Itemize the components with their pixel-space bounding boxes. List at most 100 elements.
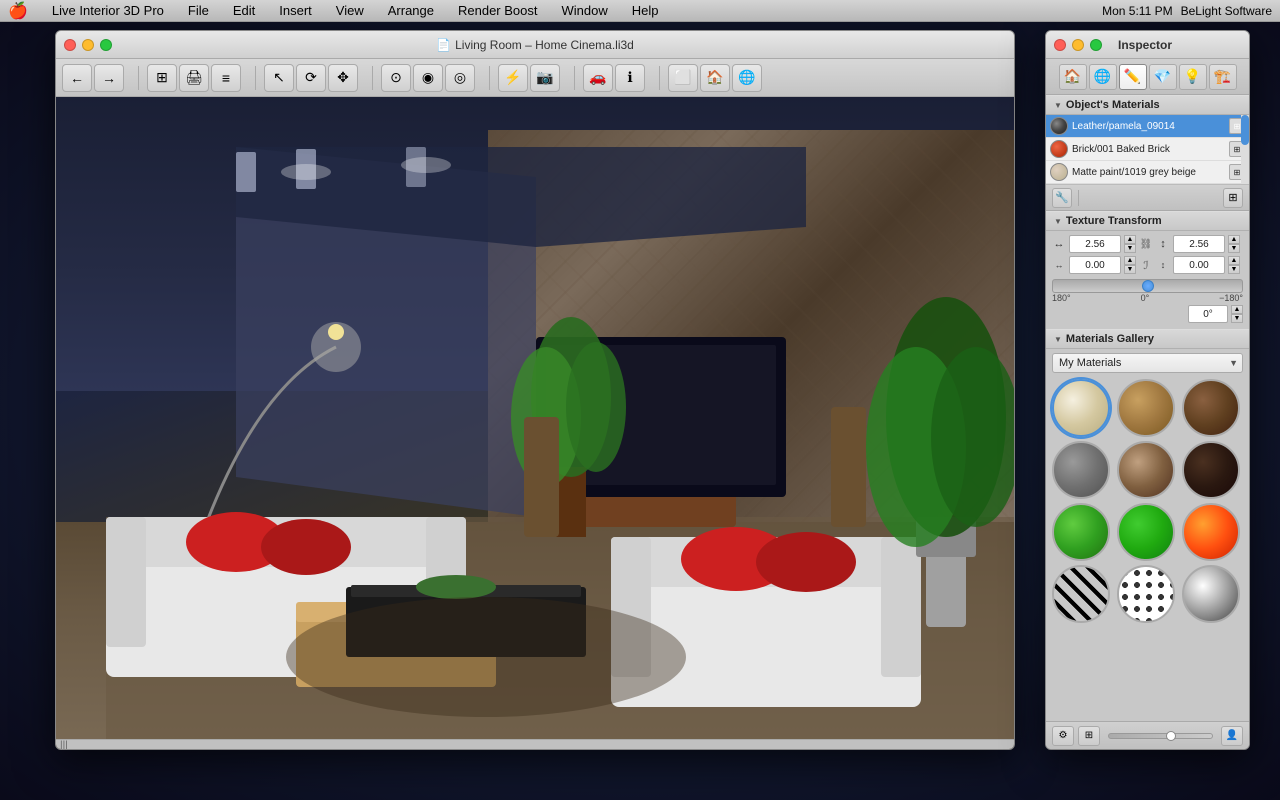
tab-light[interactable]: 💡	[1179, 64, 1207, 90]
offset-x-input[interactable]: 0.00	[1069, 256, 1121, 274]
height-up[interactable]: ▲	[1228, 235, 1240, 244]
inspector-close[interactable]	[1054, 39, 1066, 51]
minimize-button[interactable]	[82, 39, 94, 51]
material-item-brick[interactable]: Brick/001 Baked Brick ⊞	[1046, 138, 1249, 161]
eyedropper-tool[interactable]: 🔧	[1052, 188, 1072, 208]
list-button[interactable]: ≡	[211, 64, 241, 92]
height-input[interactable]: 2.56	[1173, 235, 1225, 253]
gallery-dropdown-value: My Materials	[1059, 357, 1121, 369]
view-mode-3[interactable]: 🌐	[732, 64, 762, 92]
render-btn-1[interactable]: ⊙	[381, 64, 411, 92]
objects-materials-label: Object's Materials	[1066, 99, 1160, 111]
height-stepper[interactable]: ▲ ▼	[1228, 235, 1240, 253]
offset-x-up[interactable]: ▲	[1124, 256, 1136, 265]
inspector-import-btn[interactable]: 👤	[1221, 726, 1243, 746]
rotation-slider-track[interactable]	[1052, 279, 1243, 293]
gallery-material-spots[interactable]	[1117, 565, 1175, 623]
menu-arrange[interactable]: Arrange	[384, 3, 438, 18]
viewport-scrollbar[interactable]: |||	[56, 739, 1015, 750]
apple-menu[interactable]: 🍎	[8, 1, 28, 21]
inspector-gallery-btn[interactable]: ⊞	[1078, 726, 1100, 746]
drive-btn[interactable]: 🚗	[583, 64, 613, 92]
gallery-material-darkbrown[interactable]	[1182, 441, 1240, 499]
gallery-dropdown[interactable]: My Materials ▼	[1052, 353, 1243, 373]
offset-y-down[interactable]: ▼	[1228, 265, 1240, 274]
render-btn-3[interactable]: ◎	[445, 64, 475, 92]
view-mode-2[interactable]: 🏠	[700, 64, 730, 92]
gallery-material-fire[interactable]	[1182, 503, 1240, 561]
tab-material-view[interactable]: 🌐	[1089, 64, 1117, 90]
menu-insert[interactable]: Insert	[275, 3, 316, 18]
inspector-bottom-toolbar: ⚙ ⊞ 👤	[1046, 721, 1249, 749]
gallery-material-green[interactable]	[1052, 503, 1110, 561]
3d-viewport[interactable]: |||	[56, 97, 1015, 750]
screenshot-btn[interactable]: 📷	[530, 64, 560, 92]
gallery-material-cream[interactable]	[1052, 379, 1110, 437]
inspector-settings-btn[interactable]: ⚙	[1052, 726, 1074, 746]
viewport-canvas[interactable]	[56, 97, 1015, 750]
inspector-minimize[interactable]	[1072, 39, 1084, 51]
materials-scrollbar-thumb[interactable]	[1241, 115, 1249, 145]
menu-edit[interactable]: Edit	[229, 3, 259, 18]
offset-x-stepper[interactable]: ▲ ▼	[1124, 256, 1136, 274]
view-mode-1[interactable]: ⬜	[668, 64, 698, 92]
tab-edit[interactable]: ✏️	[1119, 64, 1147, 90]
inspector-maximize[interactable]	[1090, 39, 1102, 51]
back-button[interactable]: ←	[62, 64, 92, 92]
width-input[interactable]: 2.56	[1069, 235, 1121, 253]
offset-x-down[interactable]: ▼	[1124, 265, 1136, 274]
tab-room[interactable]: 🏗️	[1209, 64, 1237, 90]
rotation-up[interactable]: ▲	[1231, 305, 1243, 314]
inspector-zoom-thumb[interactable]	[1166, 731, 1176, 741]
width-up[interactable]: ▲	[1124, 235, 1136, 244]
rotation-labels: 180° 0° −180°	[1052, 293, 1243, 303]
menu-file[interactable]: File	[184, 3, 213, 18]
gallery-material-chrome[interactable]	[1182, 565, 1240, 623]
rotation-min-label: 180°	[1052, 293, 1071, 303]
gallery-material-metal[interactable]	[1117, 441, 1175, 499]
close-button[interactable]	[64, 39, 76, 51]
menu-view[interactable]: View	[332, 3, 368, 18]
rotation-mid-label: 0°	[1141, 293, 1150, 303]
floorplan-button[interactable]: ⊞	[147, 64, 177, 92]
menu-help[interactable]: Help	[628, 3, 663, 18]
material-item-leather[interactable]: Leather/pamela_09014 ⊞	[1046, 115, 1249, 138]
select-tool[interactable]: ↖	[264, 64, 294, 92]
forward-button[interactable]: →	[94, 64, 124, 92]
tab-object[interactable]: 🏠	[1059, 64, 1087, 90]
height-down[interactable]: ▼	[1228, 244, 1240, 253]
inspector-zoom-slider[interactable]	[1108, 733, 1213, 739]
texture-triangle: ▼	[1054, 217, 1062, 226]
material-swatch-paint	[1050, 163, 1068, 181]
rotate-tool[interactable]: ⟳	[296, 64, 326, 92]
gallery-material-zebra[interactable]	[1052, 565, 1110, 623]
rotation-slider-thumb[interactable]	[1142, 280, 1154, 292]
width-stepper[interactable]: ▲ ▼	[1124, 235, 1136, 253]
print-button[interactable]: 🖨	[179, 64, 209, 92]
rotation-input[interactable]: 0°	[1188, 305, 1228, 323]
menu-brand: BeLight Software	[1181, 4, 1272, 18]
info-btn[interactable]: ℹ	[615, 64, 645, 92]
maximize-button[interactable]	[100, 39, 112, 51]
move-tool[interactable]: ✥	[328, 64, 358, 92]
material-item-paint[interactable]: Matte paint/1019 grey beige ⊞	[1046, 161, 1249, 184]
rotation-down[interactable]: ▼	[1231, 314, 1243, 323]
menu-window[interactable]: Window	[558, 3, 612, 18]
tab-texture[interactable]: 💎	[1149, 64, 1177, 90]
gallery-material-darkwood[interactable]	[1182, 379, 1240, 437]
gallery-material-wood[interactable]	[1117, 379, 1175, 437]
rotation-stepper[interactable]: ▲ ▼	[1231, 305, 1243, 323]
offset-y-input[interactable]: 0.00	[1173, 256, 1225, 274]
offset-y-stepper[interactable]: ▲ ▼	[1228, 256, 1240, 274]
offset-y-up[interactable]: ▲	[1228, 256, 1240, 265]
materials-scrollbar[interactable]	[1241, 115, 1249, 184]
menu-render[interactable]: Render Boost	[454, 3, 542, 18]
width-down[interactable]: ▼	[1124, 244, 1136, 253]
toolbar-sep-2	[255, 66, 256, 90]
action-btn-1[interactable]: ⚡	[498, 64, 528, 92]
gallery-material-green2[interactable]	[1117, 503, 1175, 561]
gallery-material-concrete[interactable]	[1052, 441, 1110, 499]
menu-app[interactable]: Live Interior 3D Pro	[48, 3, 168, 18]
render-btn-2[interactable]: ◉	[413, 64, 443, 92]
grid-tool[interactable]: ⊞	[1223, 188, 1243, 208]
